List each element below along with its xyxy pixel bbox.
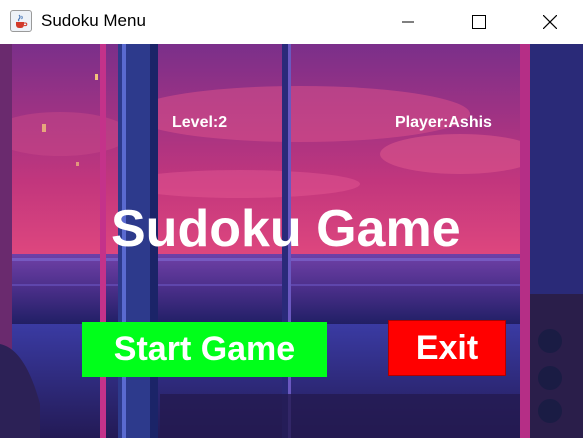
level-label: Level:2	[172, 114, 228, 131]
player-label: Player:Ashis	[395, 114, 492, 131]
minimize-button[interactable]	[379, 0, 437, 44]
start-game-button[interactable]: Start Game	[82, 322, 327, 377]
menu-panel: Level:2 Player:Ashis Sudoku Game Start G…	[0, 44, 583, 438]
window-title: Sudoku Menu	[41, 11, 146, 30]
exit-button[interactable]: Exit	[388, 320, 506, 376]
maximize-icon	[472, 15, 486, 29]
java-cup-icon	[10, 10, 32, 32]
title-bar[interactable]: Sudoku Menu	[0, 0, 583, 44]
maximize-button[interactable]	[450, 0, 508, 44]
sudoku-menu-window: Sudoku Menu Level:2 Player:Ashis Sudoku …	[0, 0, 583, 438]
game-title: Sudoku Game	[111, 200, 461, 258]
minimize-icon	[402, 21, 414, 23]
close-button[interactable]	[521, 0, 579, 44]
close-icon	[543, 15, 557, 29]
